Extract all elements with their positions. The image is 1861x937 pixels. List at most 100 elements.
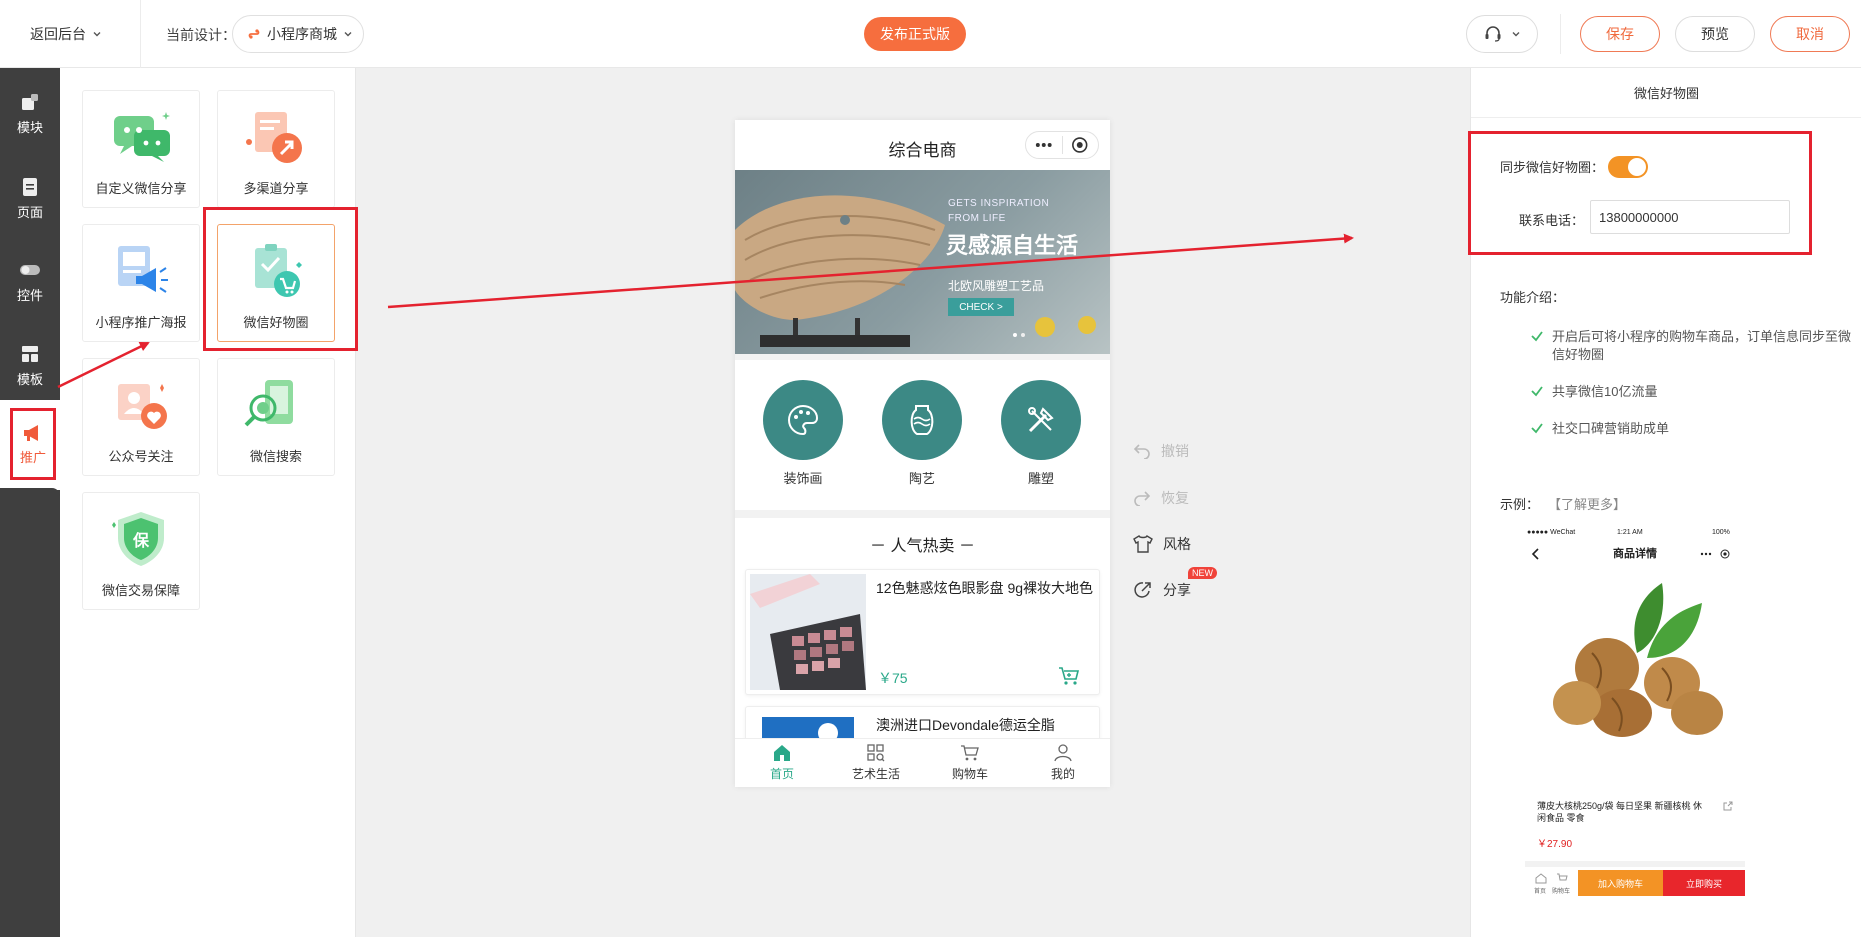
tab-label: 购物车 [951,767,988,781]
banner[interactable]: GETS INSPIRATION FROM LIFE 灵感源自生活 北欧风雕塑工… [735,170,1110,354]
tab-home[interactable]: 首页 [735,744,829,782]
cart-icon [1557,873,1568,881]
example-label: 示例： [1500,497,1540,512]
panel-title: 微信好物圈 [1471,68,1861,118]
widget-wechat-trade-guarantee[interactable]: 保 微信交易保障 [82,492,200,610]
home-icon [774,745,790,761]
rail-item-controls[interactable]: 控件 [0,246,60,316]
share-button[interactable]: 分享 [1133,580,1191,600]
category-section: 装饰画 陶艺 雕塑 [735,360,1110,510]
check-icon [1531,331,1543,342]
widget-label: 微信搜索 [249,449,302,464]
cancel-button[interactable]: 取消 [1770,16,1850,52]
top-bar: 返回后台 当前设计： 小程序商城 发布正式版 保存 预览 取消 [0,0,1861,68]
rail-label: 页面 [16,204,43,220]
widget-official-account-follow[interactable]: 公众号关注 [82,358,200,476]
example-add-cart-button: 加入购物车 [1578,870,1663,896]
share-label: 分享 [1163,582,1191,598]
style-label: 风格 [1163,536,1191,552]
widget-mini-program-poster[interactable]: 小程序推广海报 [82,224,200,342]
multi-share-icon [246,112,302,163]
banner-headline: 灵感源自生活 [946,233,1079,258]
status-carrier: ●●●●● WeChat [1527,529,1576,536]
toggle-icon [20,264,40,275]
sculpture-illustration [735,195,1096,347]
template-icon [22,345,38,362]
divider [140,0,141,68]
category-label: 陶艺 [908,471,935,486]
back-label: 返回后台 [30,26,86,42]
tab-label: 我的 [1050,767,1075,781]
status-bar: ●●●●● WeChat 1:21 AM 100% [1525,529,1745,541]
capsule-menu[interactable] [1025,131,1099,159]
example-bottom-bar: 首页 购物车 加入购物车 立即购买 [1525,870,1745,896]
status-time: 1:21 AM [1617,529,1643,536]
shield-icon: 保 [112,512,164,566]
banner-cta-button[interactable]: CHECK > [948,298,1014,316]
widget-custom-wechat-share[interactable]: 自定义微信分享 [82,90,200,208]
example-price: ￥27.90 [1537,839,1573,850]
walnut-illustration [1553,583,1723,737]
product-name: 澳洲进口Devondale德运全脂 [876,717,1055,733]
widget-multi-channel-share[interactable]: 多渠道分享 [217,90,335,208]
category-circle [882,380,962,460]
rail-item-promotion[interactable]: 推广 [10,408,56,480]
support-button[interactable] [1466,15,1538,53]
highlight-box [203,207,358,351]
feature-text: 开启后可将小程序的购物车商品，订单信息同步至微信好物圈 [1552,329,1852,362]
sync-toggle[interactable] [1608,156,1648,178]
product-image [750,574,866,690]
widget-wechat-search[interactable]: 微信搜索 [217,358,335,476]
example-tab-cart: 购物车 [1552,889,1571,895]
category-sculpture[interactable]: 雕塑 [1001,380,1081,487]
target-icon [1072,137,1088,153]
toggle-knob [1628,158,1646,176]
publish-button[interactable]: 发布正式版 [864,17,966,51]
rail-item-modules[interactable]: 模块 [0,78,60,148]
category-label: 雕塑 [1027,471,1054,486]
chevron-down-icon [93,32,101,37]
redo-button[interactable]: 恢复 [1133,488,1189,508]
save-button[interactable]: 保存 [1580,16,1660,52]
redo-label: 恢复 [1161,490,1189,506]
tab-mine[interactable]: 我的 [1016,744,1110,782]
mini-program-icon [248,29,260,39]
tools-icon [1028,407,1054,433]
widget-label: 微信交易保障 [101,583,180,598]
back-to-admin-button[interactable]: 返回后台 [30,24,102,44]
shield-glyph: 保 [132,531,150,550]
modules-icon [22,93,38,110]
widget-label: 自定义微信分享 [95,181,187,196]
example-tab-home: 首页 [1534,889,1547,895]
cart-icon[interactable] [1058,666,1080,686]
phone-label: 联系电话： [1519,213,1585,228]
design-select[interactable]: 小程序商城 [232,15,364,53]
eyeshadow-image [750,574,866,690]
undo-label: 撤销 [1161,443,1189,459]
capsule-icon [1700,549,1730,559]
rail-item-page[interactable]: 页面 [0,163,60,233]
share-icon [1723,801,1733,811]
product-card[interactable]: 12色魅惑炫色眼影盘 9g裸妆大地色 ￥75 [745,569,1100,695]
page-icon [23,177,37,196]
feature-text: 共享微信10亿流量 [1552,384,1658,399]
rail-label: 控件 [16,287,43,303]
category-circle [763,380,843,460]
chevron-down-icon [344,32,352,37]
tab-art-life[interactable]: 艺术生活 [829,744,923,782]
status-battery: 100% [1712,529,1730,536]
example-buy-now-button: 立即购买 [1663,870,1745,896]
undo-button[interactable]: 撤销 [1133,441,1189,461]
left-rail-lower [0,488,60,937]
phone-field[interactable] [1590,200,1790,234]
preview-button[interactable]: 预览 [1675,16,1755,52]
divider [1560,14,1561,54]
tab-cart[interactable]: 购物车 [923,744,1017,782]
phone-header: 综合电商 [735,120,1110,170]
style-button[interactable]: 风格 [1133,534,1191,554]
category-decorative-painting[interactable]: 装饰画 [763,380,843,487]
learn-more-link[interactable]: 【了解更多】 [1548,494,1626,513]
product-name: 12色魅惑炫色眼影盘 9g裸妆大地色 [876,580,1094,596]
category-ceramics[interactable]: 陶艺 [882,380,962,487]
rail-item-template[interactable]: 模板 [0,330,60,400]
